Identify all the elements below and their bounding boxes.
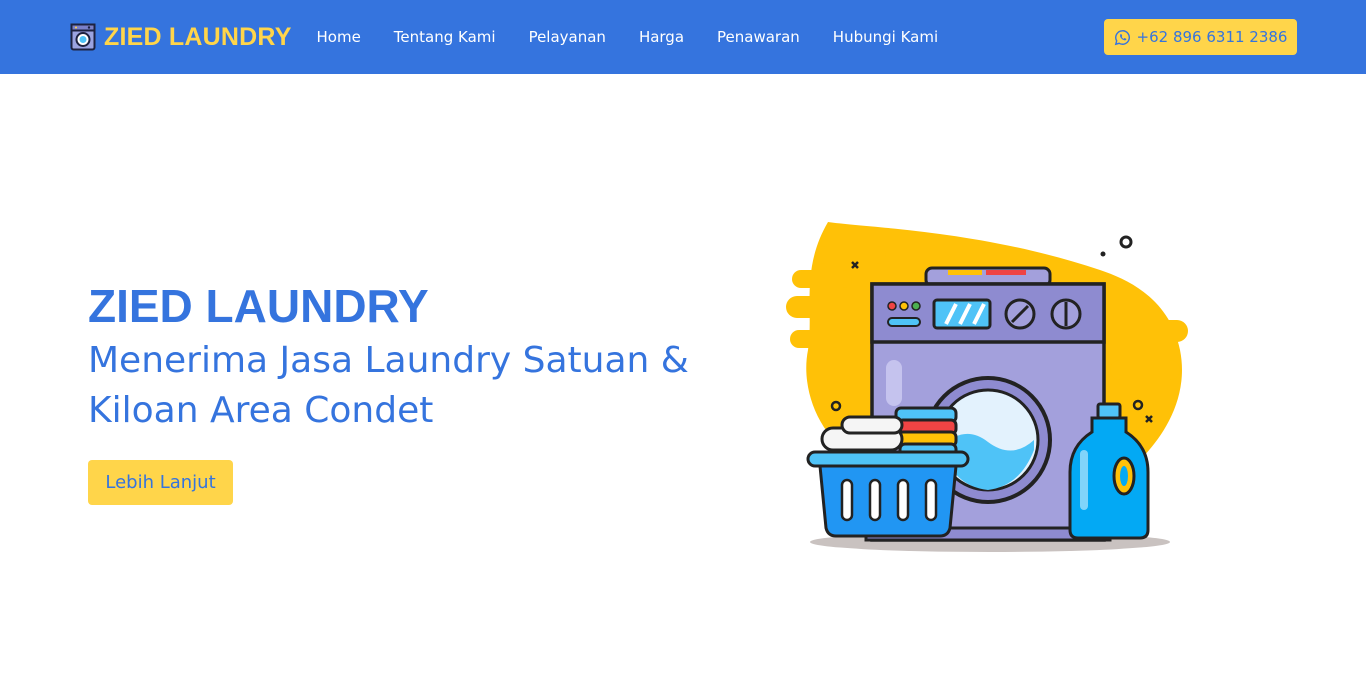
hero-title: ZIED LAUNDRY — [88, 280, 429, 332]
decor-dot — [1100, 251, 1106, 257]
nav-link-tentang-kami[interactable]: Tentang Kami — [377, 28, 512, 46]
brand-logo[interactable]: ZIED LAUNDRY — [70, 22, 292, 52]
laundry-basket — [806, 450, 970, 538]
nav-menu: Home Tentang Kami Pelayanan Harga Penawa… — [300, 0, 955, 74]
nav-link-harga[interactable]: Harga — [622, 28, 700, 46]
learn-more-button[interactable]: Lebih Lanjut — [88, 460, 233, 505]
whatsapp-phone-button[interactable]: +62 896 6311 2386 — [1104, 19, 1297, 55]
hero-subtitle: Menerima Jasa Laundry Satuan & Kiloan Ar… — [88, 340, 689, 431]
nav-link-penawaran[interactable]: Penawaran — [701, 28, 817, 46]
whatsapp-icon — [1114, 29, 1130, 45]
washing-machine-icon — [70, 23, 96, 51]
brand-name: ZIED LAUNDRY — [104, 23, 292, 51]
nav-link-home[interactable]: Home — [300, 28, 377, 46]
laundry-illustration — [786, 222, 1188, 552]
navbar: ZIED LAUNDRY Home Tentang Kami Pelayanan… — [0, 0, 1366, 74]
nav-link-hubungi-kami[interactable]: Hubungi Kami — [816, 28, 954, 46]
decor-dot — [1119, 235, 1133, 249]
phone-number: +62 896 6311 2386 — [1136, 28, 1288, 46]
nav-link-pelayanan[interactable]: Pelayanan — [512, 28, 622, 46]
